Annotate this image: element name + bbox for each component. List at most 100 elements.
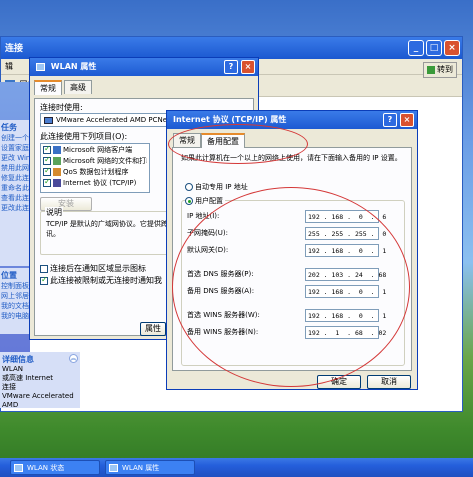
- radio-button[interactable]: [185, 197, 193, 205]
- components-list: Microsoft 网络客户端 Microsoft 网络的文件和打印机 QoS …: [40, 143, 150, 193]
- place-link[interactable]: 我的文档: [1, 301, 29, 311]
- auto-ip-option[interactable]: 自动专用 IP 地址: [185, 182, 248, 192]
- subnet-mask-label: 子网掩码(U):: [187, 229, 228, 237]
- checkbox[interactable]: [40, 264, 48, 273]
- dialog-title: WLAN 属性: [50, 62, 97, 71]
- help-icon[interactable]: ?: [224, 60, 238, 74]
- checkbox-label: 连接后在通知区域显示图标: [50, 264, 146, 273]
- radio-label: 用户配置: [195, 197, 223, 205]
- maximize-icon[interactable]: □: [426, 40, 442, 56]
- list-item[interactable]: Microsoft 网络客户端: [43, 145, 147, 156]
- intro-text: 如果此计算机在一个以上的网络上使用，请在下面输入备用的 IP 设置。: [181, 154, 402, 162]
- help-icon[interactable]: ?: [383, 113, 397, 127]
- taskbar-item-wlan-properties[interactable]: WLAN 属性: [105, 460, 195, 475]
- place-link[interactable]: 网上邻居: [1, 291, 29, 301]
- checkbox[interactable]: [40, 275, 48, 285]
- dialog-title-bar[interactable]: Internet 协议 (TCP/IP) 属性 ? ×: [167, 111, 417, 129]
- goto-label: 转到: [437, 65, 453, 74]
- ip-address-label: IP 地址(I):: [187, 212, 220, 220]
- alternate-wins-field[interactable]: 192 . 1 . 68 . 02: [305, 326, 386, 339]
- tab-general[interactable]: 常规: [173, 133, 201, 147]
- minimize-icon[interactable]: _: [408, 40, 424, 56]
- task-link[interactable]: 更改此连接的设置: [1, 203, 29, 213]
- show-icon-option[interactable]: 连接后在通知区域显示图标: [40, 263, 146, 274]
- menu-item-edit[interactable]: 辑: [5, 62, 13, 71]
- radio-label: 自动专用 IP 地址: [195, 183, 248, 191]
- tab-advanced[interactable]: 高级: [64, 80, 92, 94]
- tcpip-properties-dialog: Internet 协议 (TCP/IP) 属性 ? × 常规 备用配置 如果此计…: [166, 110, 418, 390]
- client-icon: [53, 146, 61, 154]
- user-config-group: [181, 200, 405, 366]
- subnet-mask-field[interactable]: 255 . 255 . 255 . 0: [305, 227, 386, 240]
- component-label: Microsoft 网络客户端: [63, 146, 133, 154]
- ok-button[interactable]: 确定: [317, 375, 361, 389]
- tab-strip: 常规 备用配置: [173, 133, 417, 148]
- properties-button[interactable]: 属性: [140, 322, 166, 336]
- task-link[interactable]: 重命名此连接: [1, 183, 29, 193]
- network-tasks-panel: 任务 创建一个新的连接 设置家庭或小型办公网络 更改 Windows 防火墙设置…: [0, 120, 30, 266]
- checkbox[interactable]: [43, 167, 51, 176]
- component-label: QoS 数据包计划程序: [63, 168, 129, 176]
- details-line: WLAN: [2, 365, 24, 373]
- network-icon: [109, 464, 118, 472]
- close-icon[interactable]: ×: [400, 113, 414, 127]
- list-item[interactable]: Internet 协议 (TCP/IP): [43, 178, 147, 189]
- checkbox-label: 此连接被限制或无连接时通知我: [50, 276, 162, 285]
- tab-alternate-config[interactable]: 备用配置: [201, 133, 245, 148]
- collapse-chevron-icon[interactable]: ︽: [69, 354, 78, 363]
- task-link[interactable]: 设置家庭或小型办公网络: [1, 143, 29, 153]
- preferred-dns-field[interactable]: 202 . 103 . 24 . 68: [305, 268, 386, 281]
- alternate-config-panel: 如果此计算机在一个以上的网络上使用，请在下面输入备用的 IP 设置。 自动专用 …: [172, 147, 412, 371]
- ip-address-field[interactable]: 192 . 168 . 0 . 6: [305, 210, 386, 223]
- goto-button[interactable]: 转到: [423, 62, 457, 78]
- file-sharing-icon: [53, 157, 61, 165]
- alternate-dns-label: 备用 DNS 服务器(A):: [187, 287, 255, 295]
- task-link[interactable]: 查看此连接的状态: [1, 193, 29, 203]
- adapter-icon: [44, 116, 53, 124]
- window-title: 连接: [5, 44, 24, 54]
- close-icon[interactable]: ×: [241, 60, 255, 74]
- list-item[interactable]: QoS 数据包计划程序: [43, 167, 147, 178]
- checkbox[interactable]: [43, 156, 51, 165]
- tab-strip: 常规 高级: [34, 80, 258, 95]
- taskbar: WLAN 状态 WLAN 属性: [0, 458, 473, 477]
- cancel-button[interactable]: 取消: [367, 375, 411, 389]
- radio-button[interactable]: [185, 183, 193, 191]
- close-icon[interactable]: ×: [444, 40, 460, 56]
- default-gateway-field[interactable]: 192 . 168 . 0 . 1: [305, 244, 386, 257]
- notify-option[interactable]: 此连接被限制或无连接时通知我: [40, 275, 162, 286]
- other-places-panel: 位置 控制面板 网上邻居 我的文档 我的电脑: [0, 268, 30, 334]
- preferred-wins-field[interactable]: 192 . 168 . 0 . 1: [305, 309, 386, 322]
- dialog-title-bar[interactable]: WLAN 属性 ? ×: [30, 58, 258, 76]
- adapter-name: VMware Accelerated AMD PCNet: [56, 116, 170, 124]
- place-link[interactable]: 控制面板: [1, 281, 29, 291]
- window-title-bar[interactable]: 连接 _ □ ×: [1, 37, 462, 59]
- components-label: 此连接使用下列项目(O):: [40, 132, 128, 141]
- details-line: VMware Accelerated AMD: [2, 392, 74, 409]
- checkbox[interactable]: [43, 145, 51, 154]
- task-link[interactable]: 禁用此网络设备: [1, 163, 29, 173]
- component-label: Microsoft 网络的文件和打印机: [63, 157, 147, 165]
- panel-header[interactable]: 位置: [1, 270, 29, 281]
- component-label: Internet 协议 (TCP/IP): [63, 179, 137, 187]
- description-label: 说明: [45, 207, 63, 218]
- task-link[interactable]: 修复此连接: [1, 173, 29, 183]
- list-item[interactable]: Microsoft 网络的文件和打印机: [43, 156, 147, 167]
- go-arrow-icon: [427, 65, 435, 74]
- network-icon: [14, 464, 23, 472]
- connect-using-label: 连接时使用:: [40, 103, 83, 112]
- checkbox[interactable]: [43, 178, 51, 187]
- task-link[interactable]: 更改 Windows 防火墙设置: [1, 153, 29, 163]
- task-link[interactable]: 创建一个新的连接: [1, 133, 29, 143]
- details-line: 或高速 Internet: [2, 374, 54, 382]
- alternate-dns-field[interactable]: 192 . 168 . 0 . 1: [305, 285, 386, 298]
- place-link[interactable]: 我的电脑: [1, 311, 29, 321]
- protocol-icon: [53, 179, 61, 187]
- panel-header[interactable]: 任务: [1, 122, 29, 133]
- taskbar-item-wlan-status[interactable]: WLAN 状态: [10, 460, 100, 475]
- preferred-wins-label: 首选 WINS 服务器(W):: [187, 311, 260, 319]
- panel-header[interactable]: 详细信息: [2, 354, 78, 365]
- taskbar-item-label: WLAN 状态: [27, 464, 65, 472]
- tab-general[interactable]: 常规: [34, 80, 62, 95]
- user-config-option[interactable]: 用户配置: [185, 196, 225, 206]
